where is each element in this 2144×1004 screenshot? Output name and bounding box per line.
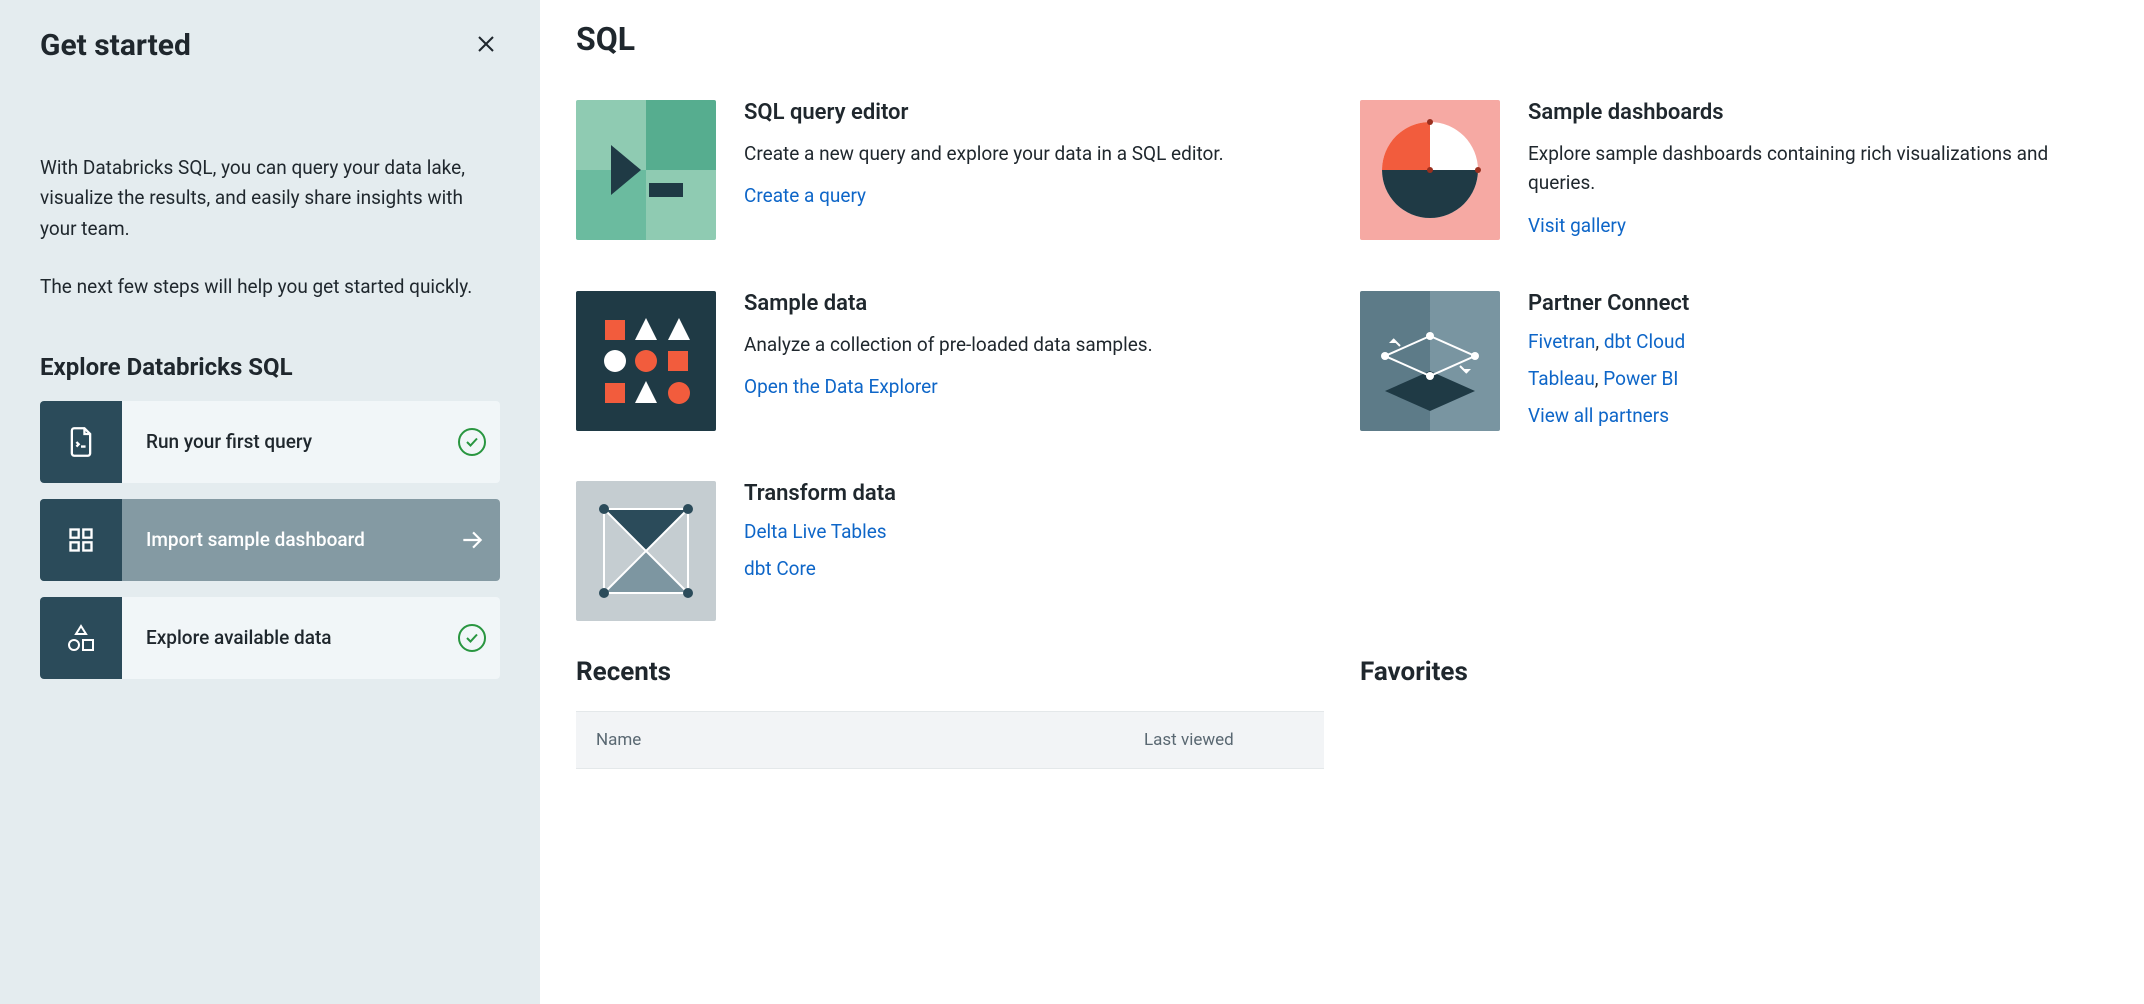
step-label: Run your first query (122, 430, 444, 453)
card-title: Sample data (744, 291, 1324, 316)
card-sql-editor: SQL query editor Create a new query and … (576, 100, 1324, 251)
link-delta-live-tables[interactable]: Delta Live Tables (744, 520, 887, 543)
link-dbt-cloud[interactable]: dbt Cloud (1604, 330, 1685, 353)
col-name: Name (596, 730, 1144, 750)
get-started-title: Get started (40, 28, 191, 63)
sql-editor-icon (576, 100, 716, 240)
link-create-query[interactable]: Create a query (744, 184, 866, 207)
recents-heading: Recents (576, 657, 1324, 687)
link-fivetran[interactable]: Fivetran (1528, 330, 1595, 353)
card-title: Partner Connect (1528, 291, 2108, 316)
card-partner-connect: Partner Connect Fivetran, dbt Cloud Tabl… (1360, 291, 2108, 441)
intro-text-2: The next few steps will help you get sta… (40, 272, 500, 302)
link-dbt-core[interactable]: dbt Core (744, 557, 816, 580)
check-icon (444, 428, 500, 456)
transform-data-icon (576, 481, 716, 621)
shapes-icon (40, 597, 122, 679)
intro-text-1: With Databricks SQL, you can query your … (40, 153, 500, 244)
link-visit-gallery[interactable]: Visit gallery (1528, 214, 1626, 237)
link-power-bi[interactable]: Power BI (1603, 367, 1678, 390)
link-view-all-partners[interactable]: View all partners (1528, 404, 1669, 427)
step-explore-available-data[interactable]: Explore available data (40, 597, 500, 679)
card-title: Transform data (744, 481, 1324, 506)
card-transform-data: Transform data Delta Live Tables dbt Cor… (576, 481, 1324, 621)
col-last-viewed: Last viewed (1144, 730, 1304, 750)
favorites-heading: Favorites (1360, 657, 2108, 687)
favorites-section: Favorites (1360, 657, 2108, 769)
recents-section: Recents Name Last viewed (576, 657, 1324, 769)
sample-data-icon (576, 291, 716, 431)
explore-heading: Explore Databricks SQL (40, 353, 500, 381)
step-run-first-query[interactable]: Run your first query (40, 401, 500, 483)
main-content: SQL SQL query editor Create a new query … (540, 0, 2144, 1004)
check-icon (444, 624, 500, 652)
recents-table-header: Name Last viewed (576, 711, 1324, 769)
dashboard-icon (40, 499, 122, 581)
step-label: Import sample dashboard (122, 528, 444, 551)
dashboard-gallery-icon (1360, 100, 1500, 240)
card-title: Sample dashboards (1528, 100, 2108, 125)
card-sample-dashboards: Sample dashboards Explore sample dashboa… (1360, 100, 2108, 251)
card-sample-data: Sample data Analyze a collection of pre-… (576, 291, 1324, 441)
card-title: SQL query editor (744, 100, 1324, 125)
link-open-data-explorer[interactable]: Open the Data Explorer (744, 375, 938, 398)
link-tableau[interactable]: Tableau (1528, 367, 1595, 390)
card-desc: Analyze a collection of pre-loaded data … (744, 330, 1324, 359)
close-icon[interactable] (472, 30, 500, 62)
feature-card-grid: SQL query editor Create a new query and … (576, 100, 2108, 621)
step-label: Explore available data (122, 626, 444, 649)
page-title: SQL (576, 20, 2108, 58)
arrow-right-icon (444, 527, 500, 553)
partner-connect-icon (1360, 291, 1500, 431)
card-desc: Explore sample dashboards containing ric… (1528, 139, 2108, 198)
file-icon (40, 401, 122, 483)
onboarding-steps: Run your first query Import sample dashb… (40, 401, 500, 679)
card-desc: Create a new query and explore your data… (744, 139, 1324, 168)
get-started-panel: Get started With Databricks SQL, you can… (0, 0, 540, 1004)
step-import-sample-dashboard[interactable]: Import sample dashboard (40, 499, 500, 581)
